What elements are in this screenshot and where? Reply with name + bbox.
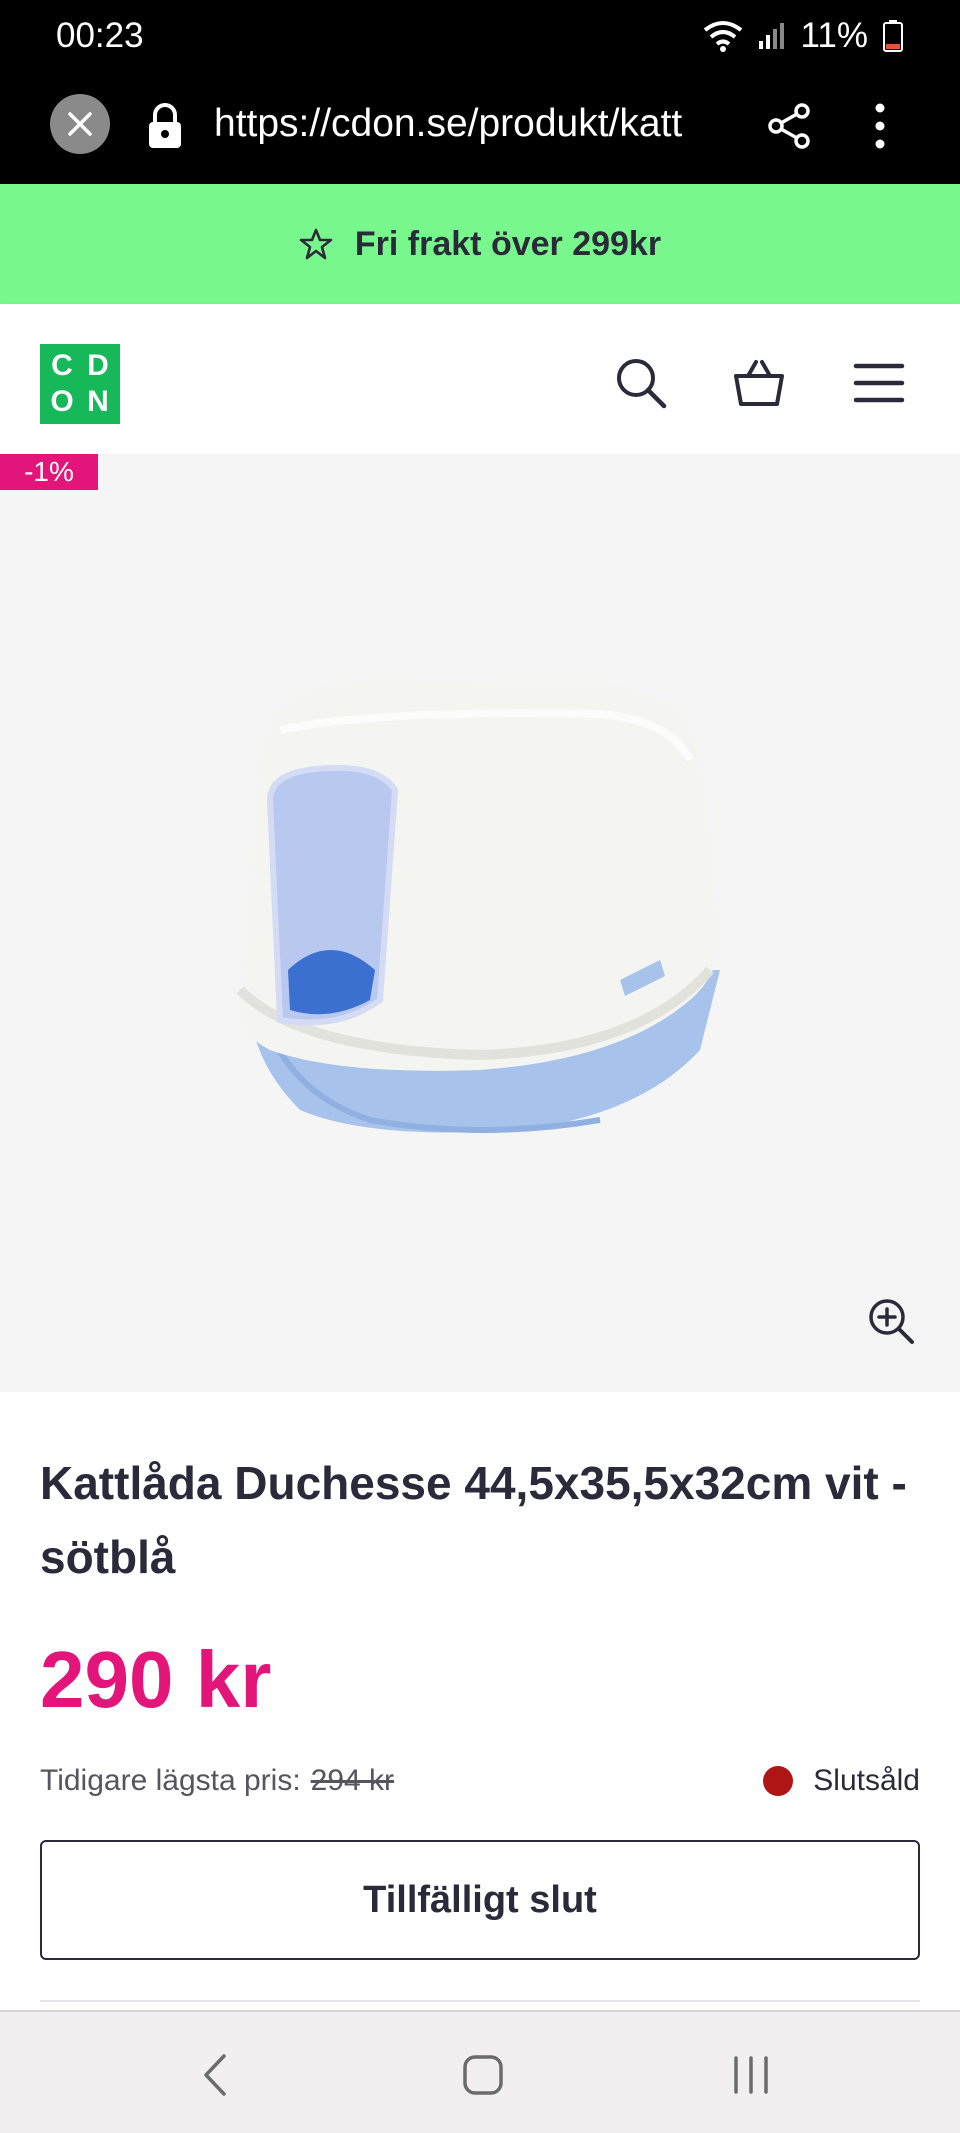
out-of-stock-button[interactable]: Tillfälligt slut xyxy=(40,1840,920,1960)
url-field[interactable]: https://cdon.se/produkt/katt xyxy=(214,102,734,146)
browser-url-bar: https://cdon.se/produkt/katt xyxy=(0,72,960,184)
previous-price-label: Tidigare lägsta pris: xyxy=(40,1764,301,1797)
zoom-icon[interactable] xyxy=(866,1296,916,1346)
battery-icon xyxy=(883,20,903,52)
promo-text: Fri frakt över 299kr xyxy=(354,224,662,263)
logo-letter: C xyxy=(51,349,73,382)
stock-status-label: Slutsåld xyxy=(813,1764,920,1797)
logo-letter: O xyxy=(50,385,74,418)
previous-price: Tidigare lägsta pris: 294 kr xyxy=(40,1764,394,1798)
product-title: Kattlåda Duchesse 44,5x35,5x32cm vit - s… xyxy=(40,1457,907,1583)
signal-icon xyxy=(758,23,784,49)
site-header: C D O N xyxy=(0,304,960,454)
cdon-logo[interactable]: C D O N xyxy=(40,344,120,424)
product-image[interactable] xyxy=(220,670,740,1150)
recent-apps-icon[interactable] xyxy=(726,2050,776,2100)
basket-icon[interactable] xyxy=(732,356,786,410)
free-shipping-banner: Fri frakt över 299kr xyxy=(0,184,960,304)
stock-status-dot xyxy=(763,1766,794,1796)
back-icon[interactable] xyxy=(192,2050,242,2100)
search-icon[interactable] xyxy=(614,356,668,410)
home-icon[interactable] xyxy=(458,2050,508,2100)
discount-badge: -1% xyxy=(0,454,98,490)
system-nav-bar xyxy=(0,2010,960,2133)
previous-price-row: Tidigare lägsta pris: 294 kr Slutsåld xyxy=(40,1760,920,1802)
more-icon[interactable] xyxy=(866,100,894,152)
close-icon xyxy=(68,112,92,136)
lock-icon[interactable] xyxy=(146,102,184,150)
status-bar: 00:23 11% xyxy=(0,0,960,72)
product-price: 290 kr xyxy=(40,1635,272,1724)
stock-status: Slutsåld xyxy=(763,1764,920,1798)
close-tab-button[interactable] xyxy=(50,94,110,154)
status-time: 00:23 xyxy=(56,16,144,55)
status-right: 11% xyxy=(703,16,904,56)
star-icon xyxy=(299,228,333,260)
battery-percent: 11% xyxy=(800,16,868,55)
previous-price-value: 294 kr xyxy=(310,1764,395,1797)
wifi-icon xyxy=(703,21,742,52)
share-icon[interactable] xyxy=(766,102,814,150)
divider xyxy=(40,2000,920,2002)
menu-icon[interactable] xyxy=(852,356,906,410)
logo-letter: D xyxy=(87,349,109,382)
logo-letter: N xyxy=(87,385,109,418)
